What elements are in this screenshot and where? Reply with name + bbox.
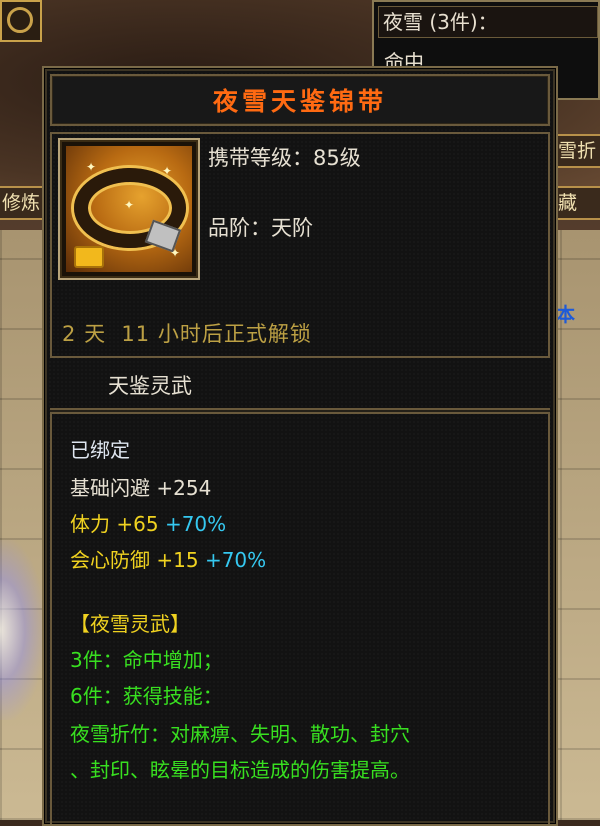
item-series: 天鉴灵武 bbox=[108, 374, 192, 398]
background-label: 本 bbox=[556, 304, 576, 326]
stat-row: 会心防御 +15 +70% bbox=[70, 548, 267, 572]
carry-level: 携带等级：85级 bbox=[208, 146, 361, 170]
set-bonus-title: 【夜雪灵武】 bbox=[70, 612, 190, 636]
set-skill-description-continued: 、封印、眩晕的目标造成的伤害提高。 bbox=[70, 758, 410, 782]
collection-tab[interactable]: 藏 bbox=[552, 186, 600, 220]
attribute-panel: 已绑定 基础闪避 +254 体力 +65 +70% 会心防御 +15 +70% … bbox=[50, 412, 550, 824]
belt-icon: ✦ ✦ ✦ ✦ bbox=[58, 138, 200, 280]
set-tab[interactable]: 雪折 bbox=[552, 134, 600, 168]
item-grade: 品阶：天阶 bbox=[208, 216, 313, 240]
stat-row: 体力 +65 +70% bbox=[70, 512, 227, 536]
item-name: 夜雪天鉴锦带 bbox=[212, 87, 387, 116]
set-bonus-3-piece: 3件：命中增加； bbox=[70, 648, 223, 672]
scene-light-effect bbox=[0, 540, 44, 720]
belt-slot-icon[interactable] bbox=[0, 0, 42, 42]
bound-badge-icon bbox=[74, 246, 104, 268]
item-name-bar: 夜雪天鉴锦带 bbox=[50, 74, 550, 126]
item-tooltip: 夜雪天鉴锦带 ✦ ✦ ✦ ✦ 携带等级：85级 品阶：天阶 2 天 11 小时后… bbox=[42, 66, 558, 826]
unlock-countdown: 2 天 11 小时后正式解锁 bbox=[62, 322, 312, 346]
stat-row: 基础闪避 +254 bbox=[70, 476, 212, 500]
set-bonus-6-piece: 6件：获得技能： bbox=[70, 684, 223, 708]
bound-status: 已绑定 bbox=[70, 438, 130, 462]
set-skill-description: 夜雪折竹：对麻痹、失明、散功、封穴 bbox=[70, 722, 410, 746]
set-tooltip-title: 夜雪 (3件)： bbox=[378, 6, 598, 38]
